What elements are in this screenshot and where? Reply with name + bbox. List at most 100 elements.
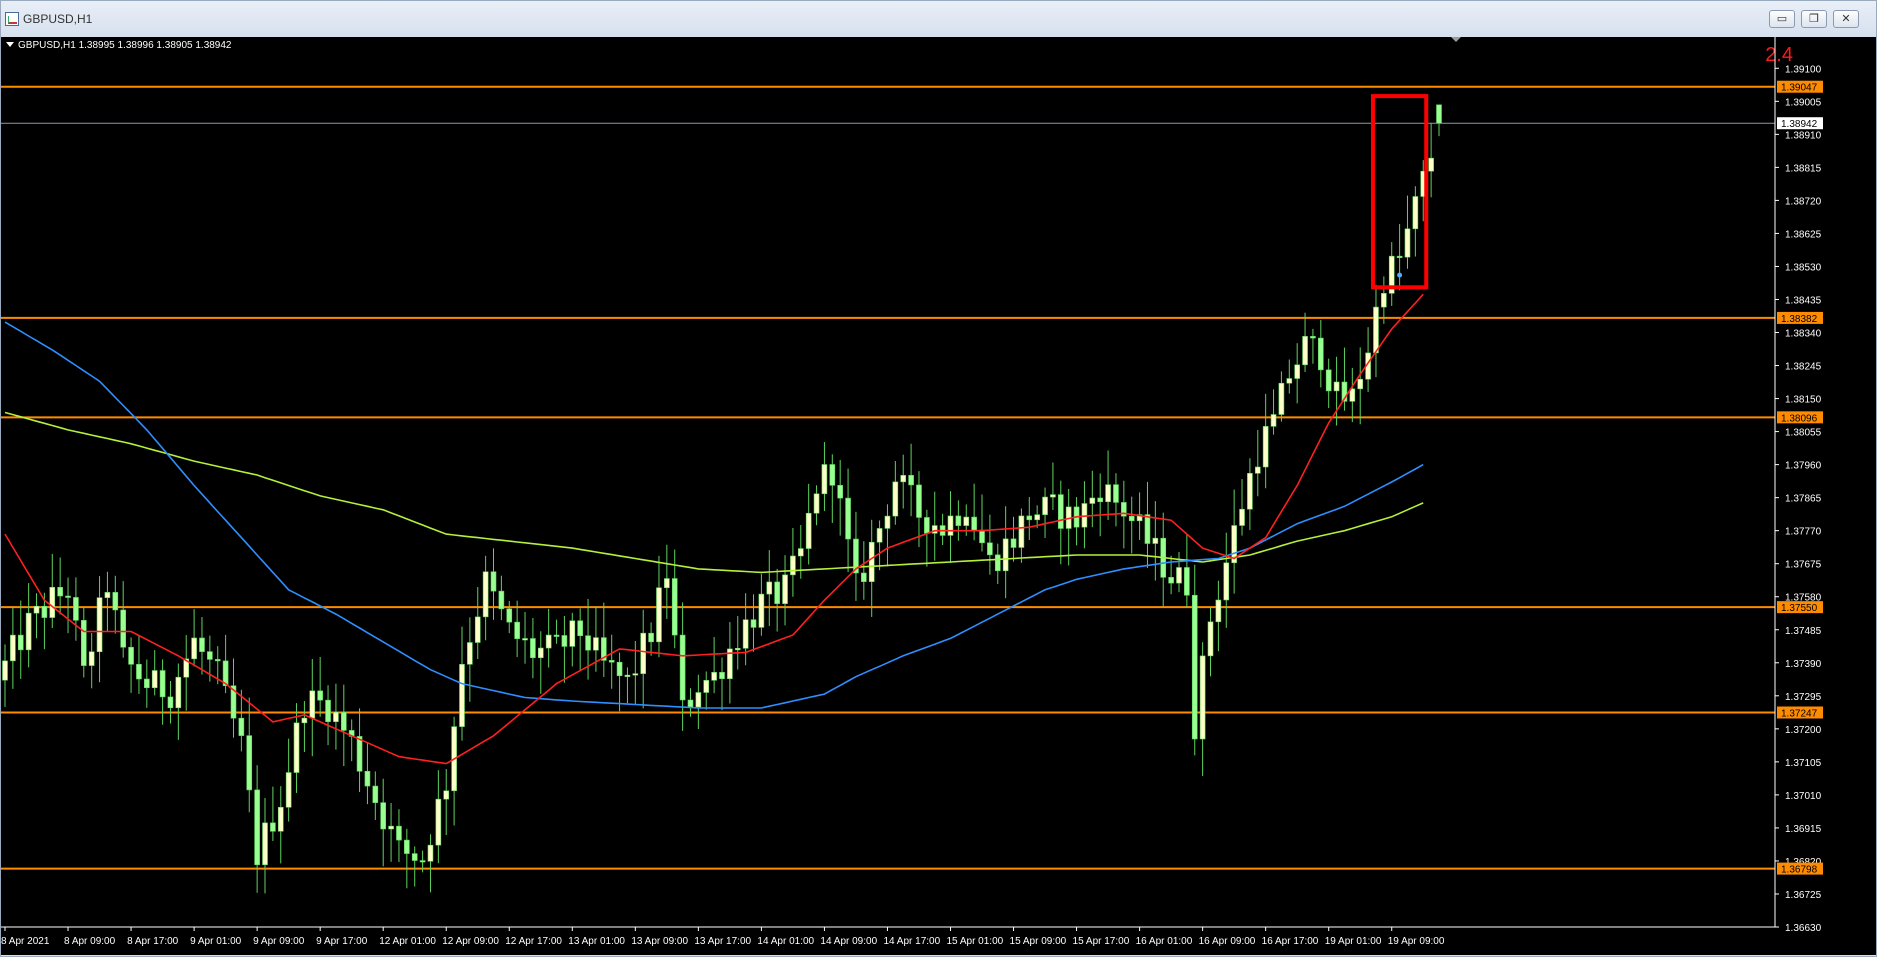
x-tick-label: 19 Apr 09:00 [1388, 936, 1445, 947]
candle-body [199, 637, 205, 652]
candle-body [664, 578, 670, 589]
candle-body [285, 772, 292, 808]
minimize-button[interactable]: ▭ [1769, 10, 1795, 28]
candle-body [545, 634, 552, 649]
candle-body [1207, 621, 1214, 657]
candle-body [947, 515, 954, 536]
candle-body [396, 825, 402, 841]
x-tick-label: 13 Apr 01:00 [568, 936, 625, 947]
candle-body [845, 497, 851, 540]
candle-body [687, 699, 694, 708]
candle-body [459, 664, 465, 727]
x-tick-label: 15 Apr 17:00 [1073, 936, 1130, 947]
candle-body [33, 605, 40, 614]
candle-body [10, 634, 16, 662]
candle-body [742, 619, 749, 649]
candle-body [1152, 537, 1159, 544]
y-tick-label: 1.38340 [1785, 329, 1822, 340]
candle-body [608, 660, 615, 663]
candle-body [695, 692, 702, 708]
window-titlebar[interactable]: GBPUSD,H1 ▭ ❐ ✕ [1, 1, 1876, 37]
candle-body [388, 825, 394, 830]
x-tick-label: 9 Apr 01:00 [190, 936, 242, 947]
candle-body [522, 638, 528, 641]
candle-body [963, 516, 970, 526]
candle-body [530, 638, 536, 659]
candle-body [41, 605, 48, 618]
y-tick-label: 1.38055 [1785, 428, 1822, 439]
candle-body [317, 690, 323, 701]
candle-body [1010, 538, 1017, 548]
close-button[interactable]: ✕ [1833, 10, 1859, 28]
candle-body [1381, 293, 1387, 308]
candle-body [482, 571, 489, 618]
y-tick-label: 1.38150 [1785, 395, 1822, 406]
candle-body [1113, 484, 1119, 503]
candle-body [2, 660, 8, 681]
candle-body [364, 770, 371, 787]
candle-body [1310, 336, 1316, 339]
candle-body [1018, 515, 1025, 548]
candle-body [88, 651, 95, 666]
candle-body [616, 661, 623, 677]
candle-body [1042, 496, 1048, 515]
candle-body [994, 554, 1001, 572]
candle-body [270, 822, 276, 832]
level-price-tag: 1.39047 [1781, 83, 1818, 94]
candle-body [356, 736, 363, 772]
y-tick-label: 1.37390 [1785, 659, 1822, 670]
candle-body [1144, 514, 1151, 544]
candle-body [790, 555, 796, 576]
candle-body [372, 785, 379, 803]
restore-button[interactable]: ❐ [1801, 10, 1827, 28]
candle-body [734, 648, 741, 651]
candle-body [1089, 497, 1096, 504]
candle-body [892, 481, 899, 517]
price-chart[interactable]: 2.4 GBPUSD,H1 1.38995 1.38996 1.38905 1.3… [1, 37, 1876, 955]
x-tick-label: 14 Apr 01:00 [757, 936, 814, 947]
candle-body [671, 578, 678, 636]
candle-body [443, 790, 450, 800]
candlestick-chart-svg[interactable]: 2.4 GBPUSD,H1 1.38995 1.38996 1.38905 1.3… [1, 37, 1876, 955]
y-tick-label: 1.38245 [1785, 362, 1822, 373]
candle-body [467, 642, 473, 665]
candle-body [782, 574, 788, 604]
x-tick-label: 12 Apr 09:00 [442, 936, 499, 947]
y-tick-label: 1.37485 [1785, 626, 1822, 637]
candle-body [987, 542, 993, 556]
y-tick-label: 1.37865 [1785, 494, 1822, 505]
candle-body [498, 590, 505, 610]
candle-body [293, 722, 300, 773]
candle-body [1239, 508, 1245, 526]
candle-body [971, 516, 977, 531]
candle-body [1357, 378, 1364, 390]
candle-body [813, 493, 820, 514]
x-tick-label: 8 Apr 17:00 [127, 936, 179, 947]
candle-body [17, 634, 24, 651]
y-tick-label: 1.37010 [1785, 791, 1822, 802]
candle-body [191, 637, 197, 660]
candle-body [254, 789, 260, 866]
candle-body [632, 673, 639, 676]
x-tick-label: 9 Apr 17:00 [316, 936, 368, 947]
candle-body [1270, 414, 1277, 427]
candle-body [506, 608, 513, 623]
chart-window-icon [5, 12, 19, 26]
y-tick-label: 1.38720 [1785, 196, 1822, 207]
candle-body [955, 515, 962, 526]
current-price-tag: 1.38942 [1781, 119, 1818, 130]
candle-body [1097, 497, 1103, 503]
candle-body [80, 620, 87, 666]
y-tick-label: 1.39100 [1785, 64, 1822, 75]
candle-body [569, 620, 576, 647]
candle-body [561, 635, 568, 647]
x-tick-label: 13 Apr 09:00 [631, 936, 688, 947]
y-tick-label: 1.36725 [1785, 890, 1822, 901]
candle-body [73, 597, 79, 621]
candle-body [380, 802, 386, 830]
candle-body [411, 853, 418, 861]
y-tick-label: 1.39005 [1785, 97, 1822, 108]
candle-body [916, 484, 922, 518]
candle-body [537, 647, 544, 659]
candle-body [624, 674, 631, 677]
